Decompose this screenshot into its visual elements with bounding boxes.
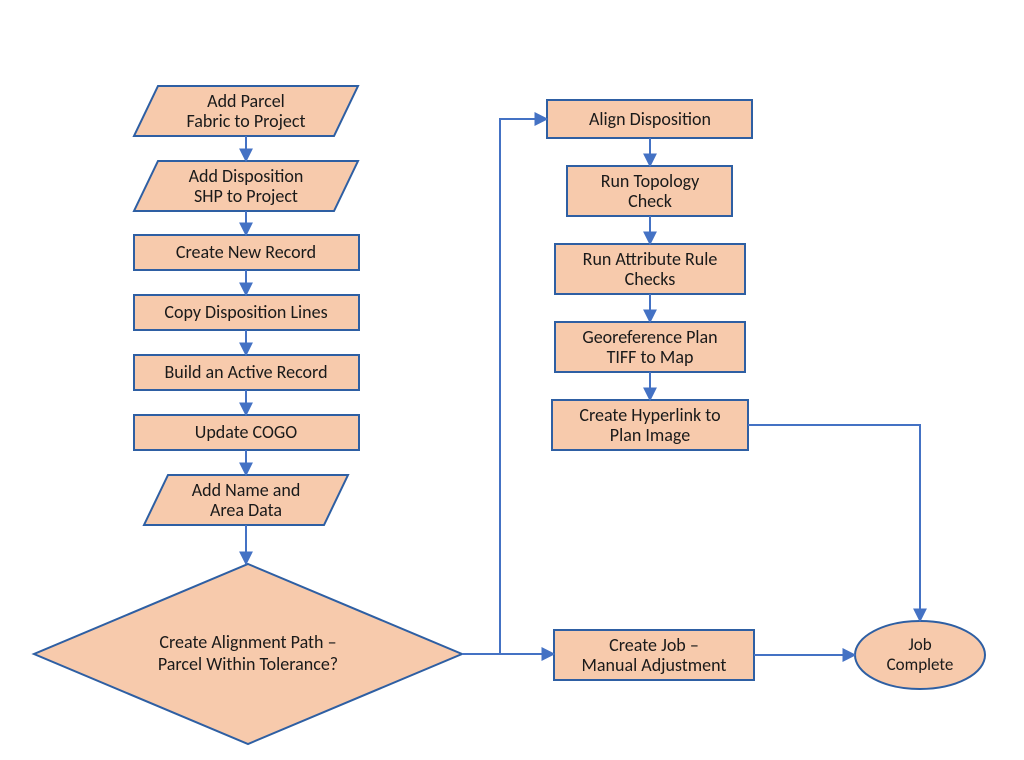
node-copy-lines: Copy Disposition Lines	[134, 295, 359, 330]
node-attribute-rules-label-2: Checks	[625, 268, 676, 290]
node-job-complete-label-1: Job	[908, 634, 931, 655]
flowchart-canvas: Add Parcel Fabric to Project Add Disposi…	[0, 0, 1024, 760]
node-hyperlink-label-2: Plan Image	[610, 424, 690, 446]
node-add-disposition: Add Disposition SHP to Project	[134, 161, 358, 211]
node-create-job-label-1: Create Job –	[609, 634, 699, 656]
node-build-active: Build an Active Record	[134, 355, 359, 390]
edge-decision-to-align	[500, 119, 547, 654]
node-add-disposition-label-2: SHP to Project	[194, 185, 298, 207]
node-add-name: Add Name and Area Data	[144, 475, 348, 525]
node-attribute-rules-label-1: Run Attribute Rule	[583, 248, 718, 270]
node-job-complete: Job Complete	[855, 621, 985, 689]
node-copy-lines-label: Copy Disposition Lines	[164, 301, 327, 323]
node-create-record: Create New Record	[134, 235, 359, 270]
node-build-active-label: Build an Active Record	[164, 361, 327, 383]
node-attribute-rules: Run Attribute Rule Checks	[555, 244, 745, 294]
node-add-name-label-1: Add Name and	[192, 479, 301, 501]
node-add-parcel: Add Parcel Fabric to Project	[134, 86, 358, 136]
node-create-record-label: Create New Record	[176, 241, 316, 263]
node-job-complete-label-2: Complete	[887, 654, 954, 675]
node-update-cogo-label: Update COGO	[195, 421, 297, 443]
node-decision-alignment: Create Alignment Path – Parcel Within To…	[34, 564, 462, 744]
node-add-parcel-label-1: Add Parcel	[207, 90, 285, 112]
node-decision-label-2: Parcel Within Tolerance?	[158, 653, 338, 675]
node-create-job-label-2: Manual Adjustment	[582, 654, 727, 676]
node-topology-check-label-1: Run Topology	[601, 170, 700, 192]
node-topology-check-label-2: Check	[628, 190, 672, 212]
node-georeference-label-2: TIFF to Map	[607, 346, 694, 368]
node-add-name-label-2: Area Data	[210, 499, 282, 521]
node-add-parcel-label-2: Fabric to Project	[186, 110, 305, 132]
node-align-disposition: Align Disposition	[547, 100, 752, 138]
edge-hyperlink-to-complete	[748, 425, 920, 621]
node-hyperlink: Create Hyperlink to Plan Image	[552, 400, 748, 450]
node-topology-check: Run Topology Check	[567, 166, 732, 216]
node-update-cogo: Update COGO	[134, 415, 359, 450]
node-decision-label-1: Create Alignment Path –	[159, 631, 336, 653]
node-hyperlink-label-1: Create Hyperlink to	[579, 404, 720, 426]
node-align-disposition-label: Align Disposition	[589, 108, 711, 130]
node-georeference-label-1: Georeference Plan	[582, 326, 717, 348]
node-create-job: Create Job – Manual Adjustment	[554, 630, 754, 680]
node-georeference: Georeference Plan TIFF to Map	[555, 322, 745, 372]
node-add-disposition-label-1: Add Disposition	[189, 165, 304, 187]
